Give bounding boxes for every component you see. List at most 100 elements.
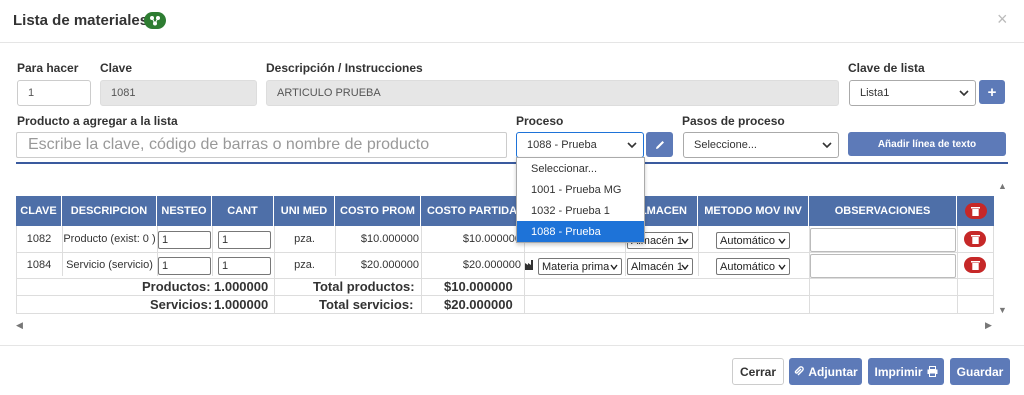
chevron-down-icon bbox=[778, 238, 786, 245]
cell-descripcion: Servicio (servicio) bbox=[66, 259, 153, 271]
grid-line bbox=[698, 226, 699, 276]
col-header-observaciones: OBSERVACIONES bbox=[809, 196, 957, 226]
clave-lista-select[interactable]: Lista1 bbox=[849, 80, 976, 106]
cant-input[interactable]: 1 bbox=[218, 257, 271, 275]
add-text-line-button[interactable]: Añadir línea de texto bbox=[848, 132, 1006, 156]
nesteo-input[interactable]: 1 bbox=[158, 231, 211, 249]
trash-icon bbox=[970, 261, 980, 270]
cell-costo-partida: $10.000000 bbox=[462, 233, 521, 245]
col-header-nesteo: NESTEO bbox=[157, 196, 212, 226]
divider bbox=[16, 162, 1008, 164]
tipo-select[interactable]: Materia prima bbox=[538, 258, 622, 275]
metodo-select[interactable]: Automático bbox=[716, 258, 790, 275]
grid-line bbox=[212, 226, 213, 276]
total-productos-value: $10.000000 bbox=[444, 279, 513, 294]
cell-costo-partida: $20.000000 bbox=[462, 259, 521, 271]
total-servicios-value: $20.000000 bbox=[444, 297, 513, 312]
chevron-down-icon bbox=[959, 90, 969, 97]
descripcion-field: ARTICULO PRUEBA bbox=[266, 80, 839, 106]
proceso-option[interactable]: 1032 - Prueba 1 bbox=[517, 200, 644, 221]
imprimir-label: Imprimir bbox=[874, 364, 923, 379]
delete-row-button[interactable] bbox=[964, 231, 986, 247]
chevron-down-icon bbox=[610, 264, 618, 271]
delete-row-button[interactable] bbox=[964, 257, 986, 273]
pencil-icon bbox=[655, 140, 664, 149]
col-header-unimed: UNI MED bbox=[274, 196, 335, 226]
cerrar-label: Cerrar bbox=[739, 364, 777, 379]
observaciones-textarea[interactable] bbox=[810, 254, 956, 278]
clave-field: 1081 bbox=[100, 80, 257, 106]
grid-line bbox=[957, 226, 958, 314]
col-header-metodo: METODO MOV INV bbox=[698, 196, 809, 226]
clave-lista-label: Clave de lista bbox=[848, 61, 925, 75]
para-hacer-label: Para hacer bbox=[17, 61, 79, 75]
factory-icon bbox=[525, 260, 533, 270]
chevron-down-icon bbox=[681, 264, 689, 271]
guardar-button[interactable]: Guardar bbox=[950, 358, 1010, 385]
col-header-clave: CLAVE bbox=[16, 196, 62, 226]
scroll-left-arrow[interactable]: ◀ bbox=[16, 320, 23, 331]
col-header-cant: CANT bbox=[212, 196, 274, 226]
servicios-label: Servicios: bbox=[150, 297, 213, 312]
cant-input[interactable]: 1 bbox=[218, 231, 271, 249]
servicios-value: 1.000000 bbox=[214, 297, 269, 312]
producto-label: Producto a agregar a la lista bbox=[17, 114, 178, 128]
proceso-option-selected[interactable]: 1088 - Prueba bbox=[517, 221, 644, 242]
cell-descripcion: Producto (exist: 0 ) bbox=[63, 233, 156, 245]
row-divider bbox=[16, 252, 994, 253]
total-productos-label: Total productos: bbox=[313, 279, 415, 294]
grid-line bbox=[993, 226, 994, 314]
close-button[interactable]: × bbox=[997, 9, 1008, 30]
cell-clave: 1082 bbox=[26, 233, 52, 245]
nesteo-input[interactable]: 1 bbox=[158, 257, 211, 275]
scroll-up-arrow[interactable]: ▲ bbox=[998, 181, 1007, 191]
clave-label: Clave bbox=[100, 61, 133, 75]
proceso-label: Proceso bbox=[516, 114, 564, 128]
metodo-value: Automático bbox=[720, 260, 776, 273]
descripcion-label: Descripción / Instrucciones bbox=[266, 61, 423, 75]
productos-value: 1.000000 bbox=[214, 279, 269, 294]
product-search-input[interactable]: Escribe la clave, código de barras o nom… bbox=[16, 132, 507, 158]
proceso-option[interactable]: 1001 - Prueba MG bbox=[517, 179, 644, 200]
imprimir-button[interactable]: Imprimir bbox=[868, 358, 944, 385]
almacen-select[interactable]: Almacén 1 bbox=[627, 258, 693, 275]
edit-proceso-button[interactable] bbox=[646, 132, 673, 157]
add-list-button[interactable]: + bbox=[979, 80, 1005, 104]
row-divider bbox=[16, 295, 994, 296]
cell-costo-prom: $10.000000 bbox=[360, 233, 419, 245]
row-divider bbox=[16, 313, 994, 314]
para-hacer-input[interactable]: 1 bbox=[17, 80, 91, 106]
observaciones-textarea[interactable] bbox=[810, 228, 956, 252]
pasos-label: Pasos de proceso bbox=[682, 114, 785, 128]
dialog-header: Lista de materiales × bbox=[0, 0, 1024, 43]
proceso-select[interactable]: 1088 - Prueba bbox=[516, 132, 644, 158]
pasos-select[interactable]: Seleccione... bbox=[683, 132, 839, 158]
scroll-right-arrow[interactable]: ▶ bbox=[985, 320, 992, 331]
tipo-value: Materia prima bbox=[542, 260, 610, 273]
scroll-down-arrow[interactable]: ▼ bbox=[998, 305, 1007, 315]
adjuntar-button[interactable]: Adjuntar bbox=[789, 358, 862, 385]
paperclip-icon bbox=[795, 366, 805, 376]
proceso-option[interactable]: Seleccionar... bbox=[517, 158, 644, 179]
total-servicios-label: Total servicios: bbox=[319, 297, 414, 312]
cell-costo-prom: $20.000000 bbox=[360, 259, 419, 271]
dialog-title: Lista de materiales bbox=[13, 12, 149, 29]
delete-all-button[interactable] bbox=[964, 203, 987, 219]
trash-icon bbox=[971, 207, 980, 216]
chevron-down-icon bbox=[681, 238, 689, 245]
cell-unimed: pza. bbox=[294, 233, 315, 245]
adjuntar-label: Adjuntar bbox=[808, 364, 858, 379]
col-header-actions bbox=[957, 196, 994, 226]
metodo-value: Automático bbox=[720, 234, 776, 247]
chevron-down-icon bbox=[778, 264, 786, 271]
cell-clave: 1084 bbox=[26, 259, 52, 271]
cerrar-button[interactable]: Cerrar bbox=[732, 358, 784, 385]
proceso-dropdown-list: Seleccionar... 1001 - Prueba MG 1032 - P… bbox=[516, 157, 645, 243]
productos-label: Productos: bbox=[142, 279, 211, 294]
col-header-costo-prom: COSTO PROM bbox=[335, 196, 421, 226]
materials-table: CLAVE DESCRIPCION NESTEO CANT UNI MED CO… bbox=[16, 196, 994, 314]
footer-divider bbox=[0, 345, 1024, 346]
printer-icon bbox=[927, 366, 937, 377]
metodo-select[interactable]: Automático bbox=[716, 232, 790, 249]
clave-lista-value: Lista1 bbox=[860, 87, 890, 99]
